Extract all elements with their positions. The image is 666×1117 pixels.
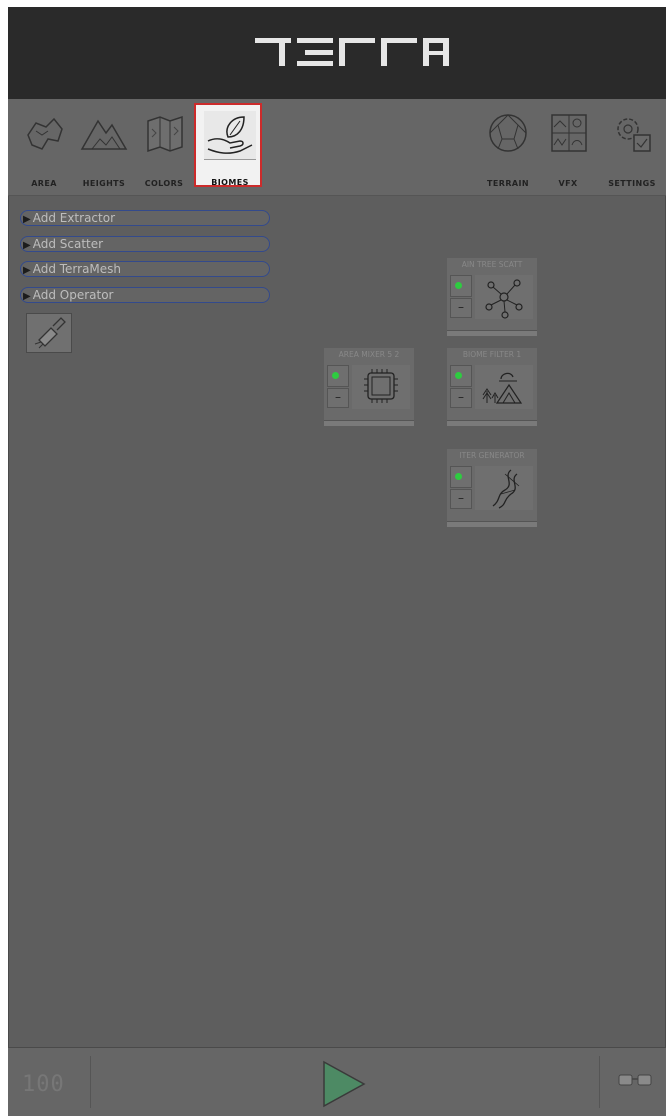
counter-box: 100 bbox=[8, 1056, 91, 1108]
biome-graph-panel: ▶ Add Extractor ▶ Add Scatter ▶ Add TerraMe… bbox=[8, 196, 666, 1046]
menu-label: Add Operator bbox=[32, 288, 114, 302]
node-title: AIN TREE SCATT bbox=[461, 260, 523, 269]
module-toolbar: AREA HEIGHTS COLORS BIOMES TERRAIN VFX S… bbox=[8, 99, 666, 196]
tab-label: SETTINGS bbox=[608, 179, 656, 188]
node-collapse-button[interactable]: – bbox=[450, 388, 472, 408]
add-scatter-button[interactable]: ▶ Add Scatter bbox=[20, 236, 270, 252]
tab-vfx[interactable]: VFX bbox=[534, 103, 602, 188]
graph-node-river-generator[interactable]: ITER GENERATOR – bbox=[447, 449, 537, 527]
texture-map-icon bbox=[147, 115, 183, 153]
menu-label: Add Scatter bbox=[32, 237, 104, 251]
add-extractor-button[interactable]: ▶ Add Extractor bbox=[20, 210, 270, 226]
expand-triangle-icon: ▶ bbox=[23, 240, 31, 251]
add-operator-button[interactable]: ▶ Add Operator bbox=[20, 287, 270, 303]
leaf-hand-icon bbox=[204, 111, 256, 160]
glasses-icon bbox=[618, 1074, 652, 1086]
view-toggle-box[interactable] bbox=[599, 1056, 666, 1108]
sphere-icon bbox=[489, 114, 527, 152]
graph-node-biome-filter[interactable]: BIOME FILTER 1 – bbox=[447, 348, 537, 426]
expand-triangle-icon: ▶ bbox=[23, 214, 31, 225]
tab-label: AREA bbox=[31, 179, 57, 188]
node-footer bbox=[447, 420, 537, 426]
tab-heights[interactable]: HEIGHTS bbox=[70, 103, 138, 188]
bottom-bar: 100 bbox=[8, 1047, 666, 1116]
frame-counter: 100 bbox=[22, 1072, 65, 1097]
tab-label: VFX bbox=[558, 179, 578, 188]
enabled-indicator bbox=[455, 372, 462, 379]
node-footer bbox=[324, 420, 414, 426]
enabled-indicator bbox=[455, 473, 462, 480]
chip-icon bbox=[352, 365, 410, 409]
tab-terrain[interactable]: TERRAIN bbox=[474, 103, 542, 188]
enabled-indicator bbox=[332, 372, 339, 379]
tab-area[interactable]: AREA bbox=[10, 103, 78, 188]
node-collapse-button[interactable]: – bbox=[450, 298, 472, 318]
node-title: ITER GENERATOR bbox=[459, 451, 525, 460]
header-bar bbox=[8, 7, 666, 99]
terra-app-window: AREA HEIGHTS COLORS BIOMES TERRAIN VFX S… bbox=[8, 7, 666, 1116]
tab-label: BIOMES bbox=[211, 178, 249, 187]
river-icon bbox=[475, 466, 533, 510]
settings-icon bbox=[617, 118, 651, 152]
tab-label: COLORS bbox=[144, 179, 184, 188]
tab-biomes[interactable]: BIOMES bbox=[194, 103, 262, 187]
expand-triangle-icon: ▶ bbox=[23, 265, 31, 276]
brush-tool-button[interactable] bbox=[26, 313, 72, 353]
mountain-icon bbox=[80, 119, 128, 150]
area-icon bbox=[27, 117, 63, 150]
tab-label: HEIGHTS bbox=[82, 179, 126, 188]
node-footer bbox=[447, 330, 537, 336]
menu-label: Add Extractor bbox=[32, 211, 116, 225]
node-collapse-button[interactable]: – bbox=[450, 489, 472, 509]
menu-label: Add TerraMesh bbox=[32, 262, 122, 276]
tab-settings[interactable]: SETTINGS bbox=[598, 103, 666, 188]
node-title: AREA MIXER 5 2 bbox=[338, 350, 400, 359]
graph-node-area-mixer[interactable]: AREA MIXER 5 2 – bbox=[324, 348, 414, 426]
tab-label: TERRAIN bbox=[487, 179, 529, 188]
node-collapse-button[interactable]: – bbox=[327, 388, 349, 408]
terra-logo bbox=[255, 38, 449, 66]
enabled-indicator bbox=[455, 282, 462, 289]
play-icon[interactable] bbox=[318, 1058, 368, 1108]
forest-cloud-icon bbox=[475, 365, 533, 409]
node-footer bbox=[447, 521, 537, 527]
expand-triangle-icon: ▶ bbox=[23, 291, 31, 302]
network-icon bbox=[475, 275, 533, 319]
add-terramesh-button[interactable]: ▶ Add TerraMesh bbox=[20, 261, 270, 277]
brush-icon bbox=[34, 317, 66, 349]
node-title: BIOME FILTER 1 bbox=[462, 350, 522, 359]
graph-node-tree-scatter[interactable]: AIN TREE SCATT – bbox=[447, 258, 537, 336]
vfx-icon bbox=[551, 114, 587, 152]
tab-colors[interactable]: COLORS bbox=[130, 103, 198, 188]
